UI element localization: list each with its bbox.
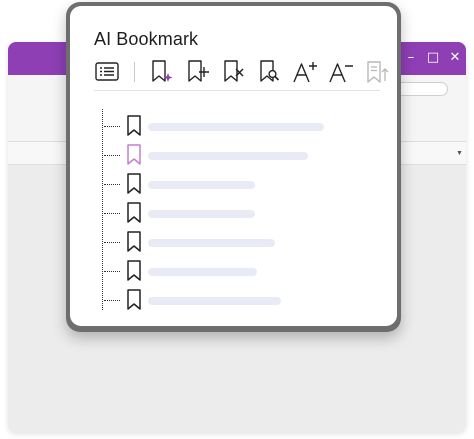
- ai-bookmark-panel: AI Bookmark: [70, 6, 397, 326]
- bookmark-text-placeholder: [148, 210, 255, 218]
- tree-branch-line: [104, 213, 120, 214]
- bookmark-text-placeholder: [148, 239, 275, 247]
- tree-branch-line: [104, 271, 120, 272]
- bookmark-icon: [126, 289, 142, 311]
- bookmark-icon: [126, 231, 142, 253]
- sort-bookmark-icon[interactable]: [364, 59, 390, 85]
- bookmark-icon: [126, 115, 142, 137]
- bookmark-item[interactable]: [70, 260, 370, 282]
- bookmark-text-placeholder: [148, 297, 281, 305]
- bookmark-item[interactable]: [70, 289, 370, 311]
- close-icon[interactable]: ✕: [448, 51, 462, 65]
- tree-branch-line: [104, 300, 120, 301]
- bookmark-item[interactable]: [70, 231, 370, 253]
- bookmark-item[interactable]: [70, 115, 370, 137]
- tree-branch-line: [104, 126, 120, 127]
- bookmark-list-icon[interactable]: [94, 59, 120, 85]
- bookmark-text-placeholder: [148, 123, 324, 131]
- chevron-down-icon[interactable]: ▼: [456, 150, 463, 157]
- toolbar-divider: [94, 90, 380, 91]
- find-bookmark-icon[interactable]: [256, 59, 282, 85]
- delete-bookmark-icon[interactable]: [220, 59, 246, 85]
- add-bookmark-icon[interactable]: [184, 59, 210, 85]
- bookmark-item[interactable]: [70, 144, 370, 166]
- bookmark-item[interactable]: [70, 202, 370, 224]
- minimize-icon[interactable]: –: [404, 51, 418, 65]
- background-search-box[interactable]: [396, 82, 448, 96]
- bookmark-icon: [126, 144, 142, 166]
- tree-branch-line: [104, 242, 120, 243]
- increase-font-icon[interactable]: [292, 59, 318, 85]
- bookmark-text-placeholder: [148, 181, 255, 189]
- bookmark-text-placeholder: [148, 268, 257, 276]
- decrease-font-icon[interactable]: [328, 59, 354, 85]
- bookmark-icon: [126, 173, 142, 195]
- ai-generate-bookmark-icon[interactable]: [148, 59, 174, 85]
- toolbar-separator: [134, 62, 135, 82]
- bookmark-icon: [126, 202, 142, 224]
- bookmark-text-placeholder: [148, 152, 308, 160]
- bookmark-item[interactable]: [70, 173, 370, 195]
- bookmark-toolbar: [70, 6, 397, 106]
- tree-branch-line: [104, 155, 120, 156]
- bookmark-icon: [126, 260, 142, 282]
- tree-branch-line: [104, 184, 120, 185]
- ai-bookmark-panel-frame: AI Bookmark: [66, 2, 401, 332]
- maximize-icon[interactable]: □: [426, 51, 440, 65]
